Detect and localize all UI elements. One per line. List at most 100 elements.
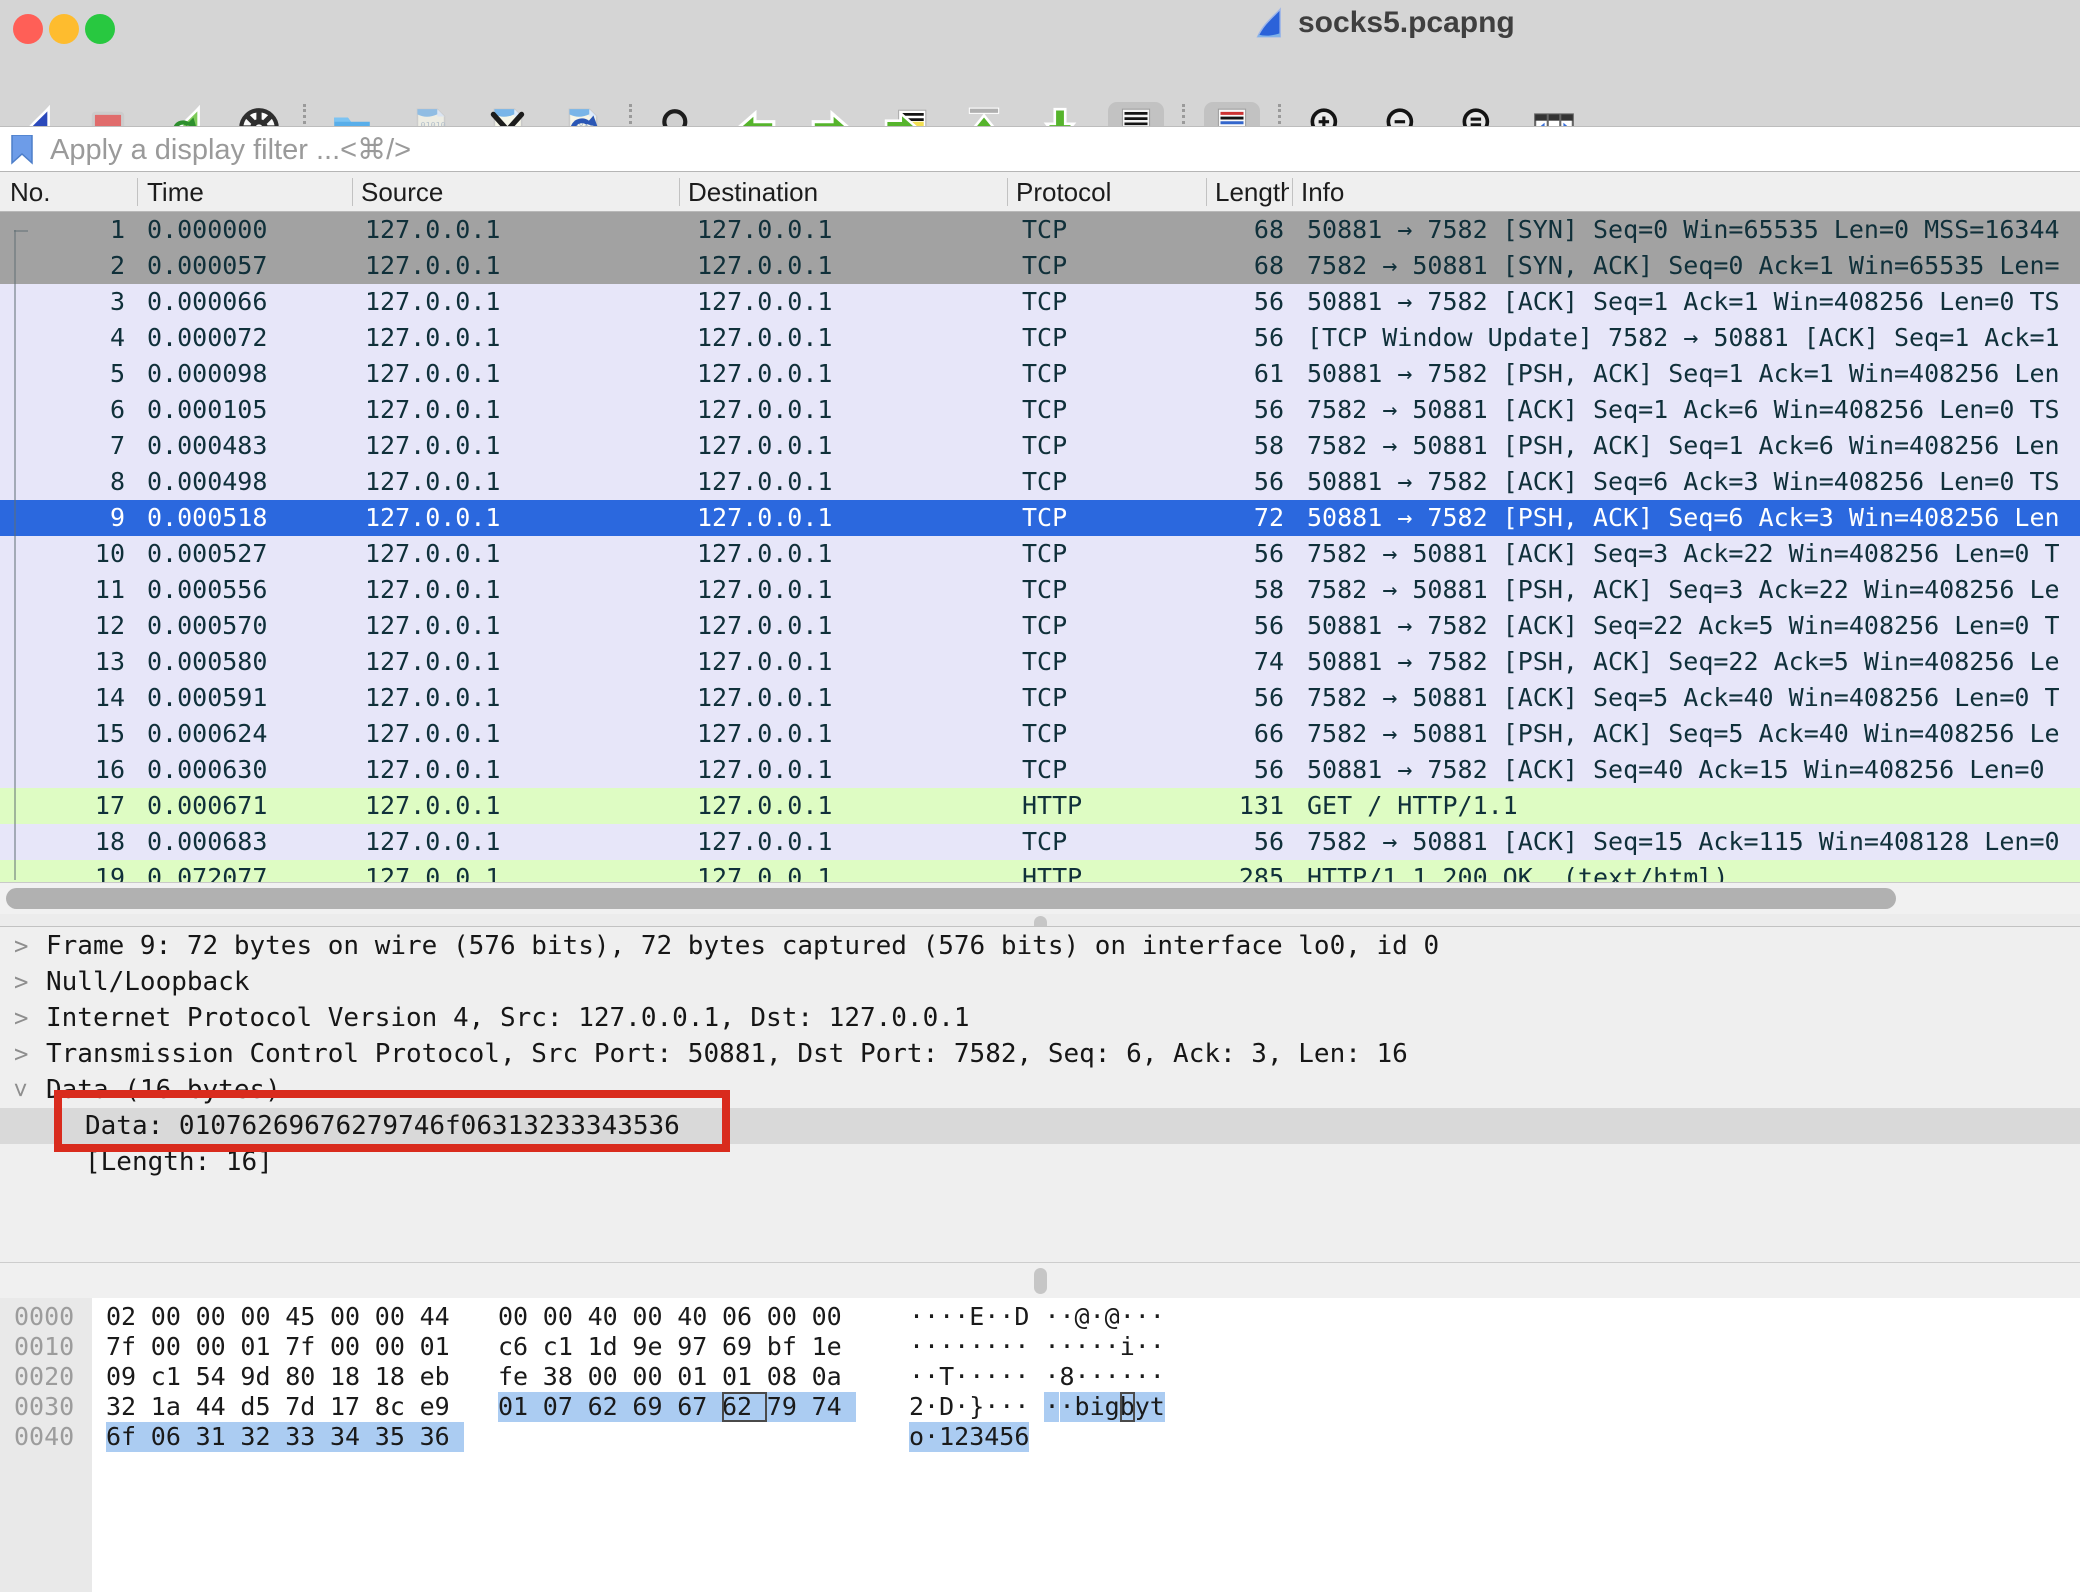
hex-byte[interactable]: 00 xyxy=(588,1362,633,1392)
hex-byte[interactable]: 1d xyxy=(588,1332,633,1362)
minimize-window-button[interactable] xyxy=(49,14,79,44)
ascii-char[interactable]: 8 xyxy=(1060,1362,1075,1392)
ascii-char[interactable]: · xyxy=(999,1362,1014,1392)
hex-byte[interactable]: 08 xyxy=(767,1362,812,1392)
hex-byte[interactable]: 9e xyxy=(632,1332,677,1362)
column-divider[interactable] xyxy=(1292,178,1293,206)
hex-byte[interactable]: 07 xyxy=(543,1392,588,1422)
hex-byte[interactable]: 40 xyxy=(677,1302,722,1332)
hex-byte[interactable]: 54 xyxy=(196,1362,241,1392)
ascii-char[interactable]: · xyxy=(1044,1302,1059,1332)
packet-row-16[interactable]: 160.000630127.0.0.1127.0.0.1TCP5650881 →… xyxy=(0,752,2080,788)
ascii-char[interactable]: · xyxy=(1014,1392,1029,1422)
ascii-char[interactable]: · xyxy=(1135,1332,1150,1362)
ascii-char[interactable]: 2 xyxy=(954,1422,969,1452)
hex-byte[interactable]: c6 xyxy=(498,1332,543,1362)
column-divider[interactable] xyxy=(137,178,138,206)
packet-row-9[interactable]: 90.000518127.0.0.1127.0.0.1TCP7250881 → … xyxy=(0,500,2080,536)
ascii-char[interactable]: · xyxy=(1090,1302,1105,1332)
packet-row-17[interactable]: 170.000671127.0.0.1127.0.0.1HTTP131GET /… xyxy=(0,788,2080,824)
ascii-char[interactable]: · xyxy=(924,1422,939,1452)
hex-byte[interactable]: 32 xyxy=(106,1392,151,1422)
maximize-window-button[interactable] xyxy=(85,14,115,44)
column-divider[interactable] xyxy=(352,178,353,206)
hex-byte[interactable]: 44 xyxy=(196,1392,241,1422)
packet-row-15[interactable]: 150.000624127.0.0.1127.0.0.1TCP667582 → … xyxy=(0,716,2080,752)
ascii-char[interactable]: · xyxy=(1014,1332,1029,1362)
ascii-char[interactable]: 6 xyxy=(1014,1422,1029,1452)
hex-byte[interactable]: 80 xyxy=(285,1362,330,1392)
packet-row-12[interactable]: 120.000570127.0.0.1127.0.0.1TCP5650881 →… xyxy=(0,608,2080,644)
ascii-char[interactable]: · xyxy=(1105,1362,1120,1392)
ascii-char[interactable]: · xyxy=(909,1362,924,1392)
hex-byte[interactable]: 06 xyxy=(722,1302,767,1332)
hex-byte[interactable]: 00 xyxy=(498,1302,543,1332)
hex-byte[interactable]: 02 xyxy=(106,1302,151,1332)
ascii-char[interactable]: E xyxy=(969,1302,984,1332)
hex-row-0030[interactable]: 0030321a44d57d178ce901076269676279742·D·… xyxy=(0,1392,2080,1422)
hex-byte[interactable]: 33 xyxy=(285,1422,330,1452)
hex-byte[interactable]: 01 xyxy=(420,1332,465,1362)
hex-byte[interactable]: 00 xyxy=(812,1302,857,1332)
scrollbar-thumb[interactable] xyxy=(6,888,1896,909)
ascii-char[interactable]: · xyxy=(1120,1302,1135,1332)
packet-row-11[interactable]: 110.000556127.0.0.1127.0.0.1TCP587582 → … xyxy=(0,572,2080,608)
ascii-char[interactable]: · xyxy=(954,1392,969,1422)
ascii-char[interactable]: · xyxy=(1135,1362,1150,1392)
column-header-protocol[interactable]: Protocol xyxy=(1016,172,1196,212)
hex-byte[interactable]: 6f xyxy=(106,1422,151,1452)
packet-row-10[interactable]: 100.000527127.0.0.1127.0.0.1TCP567582 → … xyxy=(0,536,2080,572)
hex-byte[interactable]: 40 xyxy=(588,1302,633,1332)
splitter-handle[interactable] xyxy=(1034,1268,1047,1294)
ascii-char[interactable]: · xyxy=(984,1392,999,1422)
close-window-button[interactable] xyxy=(13,14,43,44)
expand-icon[interactable]: > xyxy=(14,1036,28,1072)
ascii-char[interactable]: · xyxy=(969,1362,984,1392)
hex-byte[interactable]: 31 xyxy=(196,1422,241,1452)
ascii-char[interactable]: · xyxy=(1150,1302,1165,1332)
column-divider[interactable] xyxy=(679,178,680,206)
ascii-char[interactable]: · xyxy=(1044,1362,1059,1392)
ascii-char[interactable]: b xyxy=(1120,1392,1135,1422)
ascii-char[interactable]: 5 xyxy=(999,1422,1014,1452)
hex-byte[interactable]: bf xyxy=(767,1332,812,1362)
expand-icon[interactable]: > xyxy=(14,1000,28,1036)
ascii-char[interactable]: · xyxy=(1150,1362,1165,1392)
hex-byte[interactable]: c1 xyxy=(543,1332,588,1362)
packet-list-header[interactable]: No.TimeSourceDestinationProtocolLengthIn… xyxy=(0,172,2080,212)
ascii-char[interactable]: 3 xyxy=(969,1422,984,1452)
hex-byte[interactable]: 00 xyxy=(151,1332,196,1362)
ascii-char[interactable]: D xyxy=(939,1392,954,1422)
expand-icon[interactable]: > xyxy=(14,964,28,1000)
hex-byte[interactable]: 18 xyxy=(330,1362,375,1392)
ascii-char[interactable]: 1 xyxy=(939,1422,954,1452)
ascii-char[interactable]: · xyxy=(1135,1302,1150,1332)
hex-byte[interactable]: 01 xyxy=(498,1392,543,1422)
hex-byte[interactable]: 00 xyxy=(196,1332,241,1362)
ascii-char[interactable]: i xyxy=(1090,1392,1105,1422)
packet-row-4[interactable]: 40.000072127.0.0.1127.0.0.1TCP56[TCP Win… xyxy=(0,320,2080,356)
packet-row-5[interactable]: 50.000098127.0.0.1127.0.0.1TCP6150881 → … xyxy=(0,356,2080,392)
hex-byte[interactable]: 62 xyxy=(722,1392,767,1422)
hex-byte[interactable]: 00 xyxy=(196,1302,241,1332)
hex-byte[interactable]: fe xyxy=(498,1362,543,1392)
ascii-char[interactable]: · xyxy=(1060,1392,1075,1422)
hex-byte[interactable]: 1a xyxy=(151,1392,196,1422)
detail-row[interactable]: >Internet Protocol Version 4, Src: 127.0… xyxy=(0,1000,2080,1036)
hex-row-0040[interactable]: 00406f06313233343536o·123456 xyxy=(0,1422,2080,1452)
hex-byte[interactable]: d5 xyxy=(240,1392,285,1422)
hex-byte[interactable]: 35 xyxy=(375,1422,420,1452)
ascii-char[interactable]: o xyxy=(909,1422,924,1452)
hex-byte[interactable]: 0a xyxy=(812,1362,857,1392)
ascii-char[interactable]: · xyxy=(1090,1332,1105,1362)
hex-byte[interactable]: 00 xyxy=(330,1332,375,1362)
hex-byte[interactable]: e9 xyxy=(420,1392,465,1422)
hex-byte[interactable]: 32 xyxy=(240,1422,285,1452)
detail-row[interactable]: >Transmission Control Protocol, Src Port… xyxy=(0,1036,2080,1072)
horizontal-scrollbar[interactable] xyxy=(0,882,2080,914)
packet-row-8[interactable]: 80.000498127.0.0.1127.0.0.1TCP5650881 → … xyxy=(0,464,2080,500)
expand-icon[interactable]: > xyxy=(14,928,28,964)
ascii-char[interactable]: · xyxy=(954,1302,969,1332)
display-filter-input[interactable] xyxy=(48,129,2042,171)
ascii-char[interactable]: · xyxy=(924,1302,939,1332)
